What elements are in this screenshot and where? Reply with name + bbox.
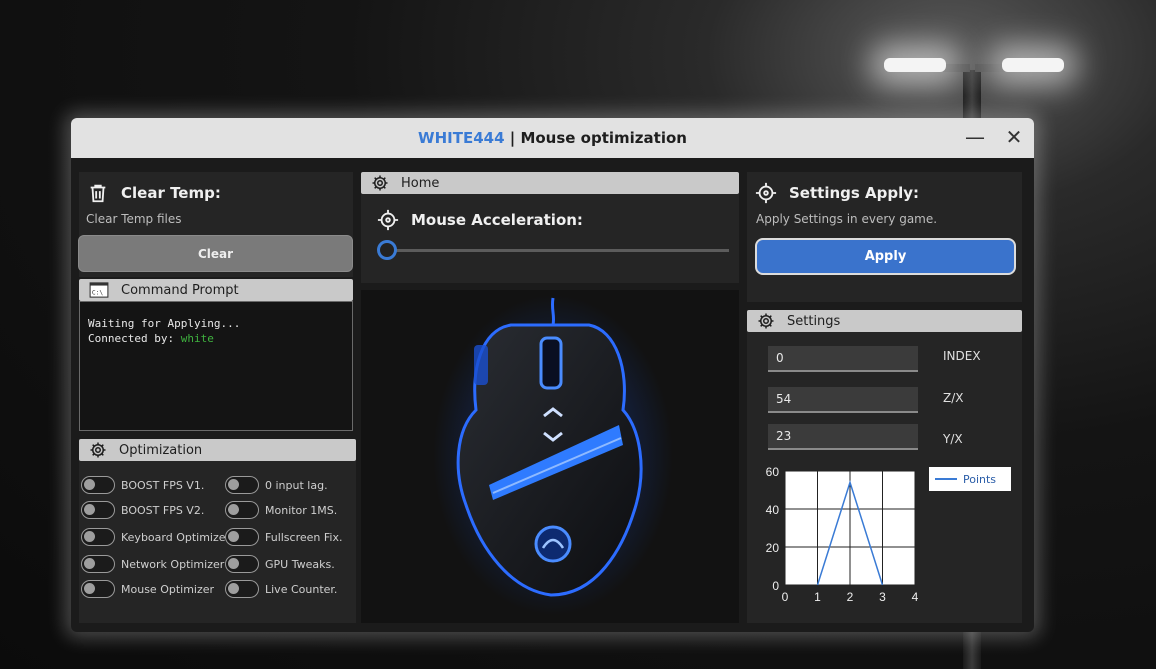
settings-apply-title-text: Settings Apply: — [789, 184, 920, 202]
window-title: WHITE444 | Mouse optimization — [418, 129, 687, 147]
crosshair-icon — [755, 182, 777, 204]
toggle-switch[interactable] — [225, 476, 259, 494]
legend-line — [935, 478, 957, 480]
toggle-switch[interactable] — [81, 501, 115, 519]
toggle-label: Live Counter. — [265, 582, 338, 596]
index-field[interactable]: 0 — [768, 346, 918, 372]
toggle-label: Mouse Optimizer — [121, 582, 215, 596]
toggle-keyboard-optimizer[interactable]: Keyboard Optimizer — [81, 528, 230, 546]
mouse-acceleration-panel: Mouse Acceleration: — [361, 194, 739, 283]
optimization-header: Optimization — [79, 439, 356, 461]
toggle-label: BOOST FPS V1. — [121, 478, 205, 492]
zx-field[interactable]: 54 — [768, 387, 918, 413]
console-line-2: Connected by: white — [88, 331, 344, 346]
home-label: Home — [401, 175, 440, 191]
toggle-switch[interactable] — [225, 501, 259, 519]
mouse-acceleration-title: Mouse Acceleration: — [377, 209, 583, 231]
terminal-icon: C:\ — [89, 282, 109, 298]
toggle-switch[interactable] — [81, 555, 115, 573]
command-prompt-header: C:\ Command Prompt — [79, 279, 353, 301]
toggle-boost-fps-v2[interactable]: BOOST FPS V2. — [81, 501, 204, 519]
x-tick-label: 0 — [782, 590, 789, 604]
svg-text:C:\: C:\ — [92, 289, 103, 296]
settings-apply-subtitle: Apply Settings in every game. — [756, 212, 938, 226]
legend-label: Points — [963, 472, 997, 486]
yx-field[interactable]: 23 — [768, 424, 918, 450]
toggle-label: Fullscreen Fix. — [265, 530, 343, 544]
brand-name: WHITE444 — [418, 129, 505, 147]
console-line-1: Waiting for Applying... — [88, 317, 241, 330]
gear-icon — [758, 313, 774, 329]
x-tick-label: 2 — [847, 590, 854, 604]
toggle-label: Monitor 1MS. — [265, 503, 338, 517]
app-window: WHITE444 | Mouse optimization — ✕ Clear … — [71, 118, 1034, 632]
toggle-mouse-optimizer[interactable]: Mouse Optimizer — [81, 580, 214, 598]
points-chart: 0 1 2 3 40204060 — [766, 465, 919, 604]
console-user: white — [180, 332, 214, 345]
toggle-gpu-tweaks[interactable]: GPU Tweaks. — [225, 555, 335, 573]
clear-temp-title: Clear Temp: — [87, 182, 221, 204]
x-tick-label: 4 — [912, 590, 919, 604]
toggle-switch[interactable] — [81, 528, 115, 546]
acceleration-slider-track[interactable] — [387, 249, 729, 252]
clear-temp-subtitle: Clear Temp files — [86, 212, 182, 226]
yx-label: Y/X — [943, 432, 963, 446]
trash-icon — [90, 184, 106, 203]
crosshair-icon — [377, 209, 399, 231]
x-tick-label: 1 — [814, 590, 821, 604]
clear-button[interactable]: Clear — [78, 235, 353, 272]
toggle-label: BOOST FPS V2. — [121, 503, 205, 517]
index-label: INDEX — [943, 349, 981, 363]
toggle-input-lag[interactable]: 0 input lag. — [225, 476, 328, 494]
settings-label: Settings — [787, 313, 841, 329]
toggle-network-optimizer[interactable]: Network Optimizer — [81, 555, 224, 573]
close-button[interactable]: ✕ — [1001, 126, 1027, 150]
gaming-mouse-image — [433, 295, 673, 615]
x-tick-label: 3 — [879, 590, 886, 604]
mouse-acceleration-label: Mouse Acceleration: — [411, 211, 583, 229]
clear-temp-title-text: Clear Temp: — [121, 184, 221, 202]
window-title-text: | Mouse optimization — [504, 129, 687, 147]
title-bar: WHITE444 | Mouse optimization — ✕ — [71, 118, 1034, 158]
settings-apply-card: Settings Apply: Apply Settings in every … — [747, 172, 1022, 302]
command-prompt-label: Command Prompt — [121, 282, 239, 298]
console-connected-label: Connected by: — [88, 332, 181, 345]
toggle-monitor-1ms[interactable]: Monitor 1MS. — [225, 501, 337, 519]
y-tick-label: 60 — [766, 465, 780, 479]
toggle-label: Keyboard Optimizer — [121, 530, 231, 544]
toggle-label: 0 input lag. — [265, 478, 328, 492]
gear-icon — [372, 175, 388, 191]
toggle-fullscreen-fix[interactable]: Fullscreen Fix. — [225, 528, 342, 546]
toggle-switch[interactable] — [225, 580, 259, 598]
toggle-switch[interactable] — [81, 580, 115, 598]
apply-button[interactable]: Apply — [755, 238, 1016, 275]
y-tick-label: 40 — [766, 503, 780, 517]
y-tick-label: 20 — [766, 541, 780, 555]
y-tick-label: 0 — [772, 579, 779, 593]
toggle-switch[interactable] — [81, 476, 115, 494]
chart-legend: Points — [929, 467, 1011, 491]
toggle-live-counter[interactable]: Live Counter. — [225, 580, 337, 598]
gear-icon — [90, 442, 106, 458]
toggle-switch[interactable] — [225, 555, 259, 573]
toggle-boost-fps-v1[interactable]: BOOST FPS V1. — [81, 476, 204, 494]
toggle-label: GPU Tweaks. — [265, 557, 335, 571]
minimize-button[interactable]: — — [962, 126, 988, 150]
settings-apply-title: Settings Apply: — [755, 182, 919, 204]
home-header: Home — [361, 172, 739, 194]
toggle-label: Network Optimizer — [121, 557, 225, 571]
acceleration-slider-thumb[interactable] — [377, 240, 397, 260]
toggle-switch[interactable] — [225, 528, 259, 546]
optimization-label: Optimization — [119, 442, 203, 458]
command-output: Waiting for Applying... Connected by: wh… — [79, 301, 353, 431]
mouse-image-panel — [361, 290, 739, 623]
settings-header: Settings — [747, 310, 1022, 332]
zx-label: Z/X — [943, 391, 964, 405]
